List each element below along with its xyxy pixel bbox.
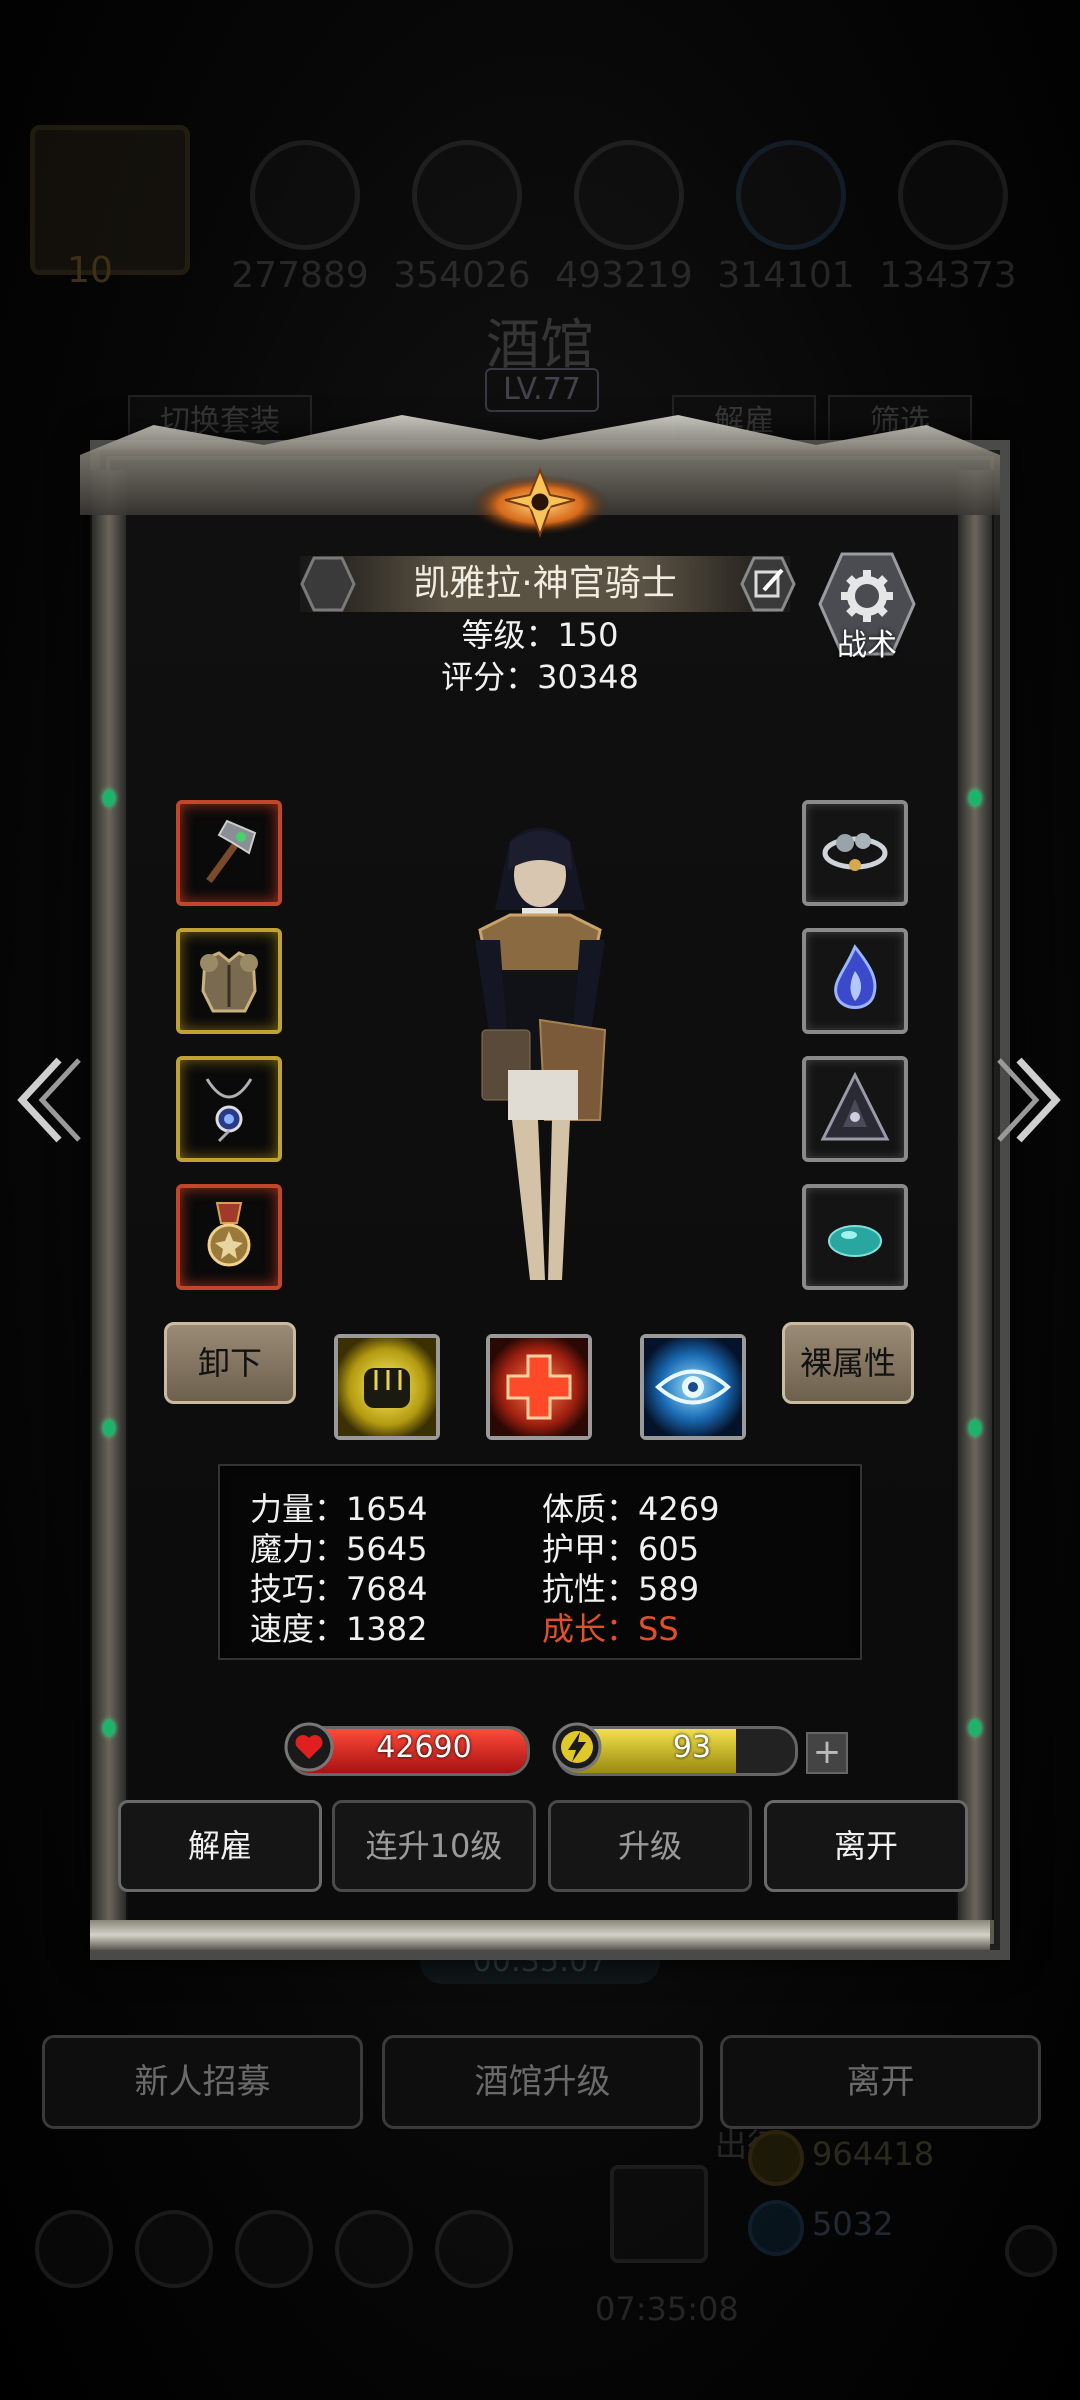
leave-button[interactable]: 离开: [764, 1800, 968, 1892]
sun-emblem-icon: [470, 467, 610, 538]
previous-hero-arrow-icon[interactable]: [14, 1055, 84, 1145]
stone-slot[interactable]: [802, 1184, 908, 1290]
resource-icon-1: [250, 140, 360, 250]
level-up-button[interactable]: 升级: [548, 1800, 752, 1892]
resource-value-3: 493219: [555, 255, 693, 296]
medal-slot[interactable]: [176, 1184, 282, 1290]
eye-skill-icon: [644, 1338, 742, 1436]
resource-icon-3: [574, 140, 684, 250]
nav-icon-4: [335, 2210, 413, 2288]
nav-icon-3: [235, 2210, 313, 2288]
chest-armor-icon: [200, 951, 258, 1013]
expedition-timer: 07:35:08: [595, 2290, 739, 2328]
player-level-badge: 10: [67, 250, 113, 291]
add-icon: [1005, 2225, 1057, 2277]
necklace-slot[interactable]: [176, 1056, 282, 1162]
tactics-label[interactable]: 战术: [818, 620, 916, 664]
resource-icon-2: [412, 140, 522, 250]
gem-icon: [748, 2200, 804, 2256]
background-bottom-nav: 出征 07:35:08 964418 5032: [0, 2126, 1080, 2400]
edit-name-icon[interactable]: [740, 556, 796, 612]
hero-score: 评分：30348: [441, 658, 639, 696]
resource-value-2: 354026: [393, 255, 531, 296]
armor-slot[interactable]: [176, 928, 282, 1034]
stats-panel: 力量：1654 魔力：5645 技巧：7684 速度：1382 体质：4269 …: [218, 1464, 862, 1660]
tavern-upgrade-button[interactable]: 酒馆升级: [382, 2035, 703, 2129]
skill-slot-2[interactable]: [486, 1334, 592, 1440]
war-hammer-icon: [206, 819, 257, 884]
nav-icon-1: [35, 2210, 113, 2288]
dark-pyramid-icon: [820, 1071, 890, 1141]
teal-stone-icon: [828, 1225, 882, 1257]
background-resource-bar: 10 277889 354026 493219 314101 134373: [30, 115, 1060, 315]
tavern-leave-button[interactable]: 离开: [720, 2035, 1041, 2129]
resource-value-1: 277889: [231, 255, 369, 296]
level-up-10-button[interactable]: 连升10级: [332, 1800, 536, 1892]
relic-slot[interactable]: [802, 1056, 908, 1162]
expedition-chest-icon: [610, 2165, 708, 2263]
weapon-slot[interactable]: [176, 800, 282, 906]
hp-value: 42690: [376, 1730, 472, 1765]
hero-character-figure: [475, 827, 607, 1280]
resource-value-4: 314101: [717, 255, 855, 296]
gem-slot[interactable]: [802, 928, 908, 1034]
medal-icon: [207, 1202, 251, 1267]
energy-value: 93: [672, 1730, 712, 1765]
nav-icon-5: [435, 2210, 513, 2288]
gold-value: 964418: [812, 2135, 935, 2173]
cloud-ring-icon: [822, 833, 888, 871]
hero-name: 凯雅拉·神官骑士: [413, 563, 677, 604]
dismiss-button[interactable]: 解雇: [118, 1800, 322, 1892]
unequip-button[interactable]: 卸下: [164, 1322, 296, 1404]
stat-speed: 速度：1382: [250, 1610, 428, 1648]
frost-base-frame: [90, 1920, 990, 1950]
stat-growth: 成长：SS: [542, 1610, 679, 1648]
gem-value: 5032: [812, 2205, 894, 2243]
next-hero-arrow-icon[interactable]: [994, 1055, 1064, 1145]
base-attributes-button[interactable]: 裸属性: [782, 1322, 914, 1404]
pendant-necklace-icon: [205, 1078, 253, 1143]
skill-slot-1[interactable]: [334, 1334, 440, 1440]
heal-cross-skill-icon: [490, 1338, 588, 1436]
blue-flame-gem-icon: [834, 944, 877, 1009]
ring-slot[interactable]: [802, 800, 908, 906]
add-energy-button[interactable]: +: [806, 1732, 848, 1774]
gold-icon: [748, 2130, 804, 2186]
resource-icon-4: [736, 140, 846, 250]
tavern-level: LV.77: [485, 368, 599, 412]
resource-icon-5: [898, 140, 1008, 250]
hero-level: 等级：150: [461, 616, 619, 654]
new-recruit-button[interactable]: 新人招募: [42, 2035, 363, 2129]
fist-skill-icon: [338, 1338, 436, 1436]
skill-slot-3[interactable]: [640, 1334, 746, 1440]
resource-value-5: 134373: [879, 255, 1017, 296]
nav-icon-2: [135, 2210, 213, 2288]
